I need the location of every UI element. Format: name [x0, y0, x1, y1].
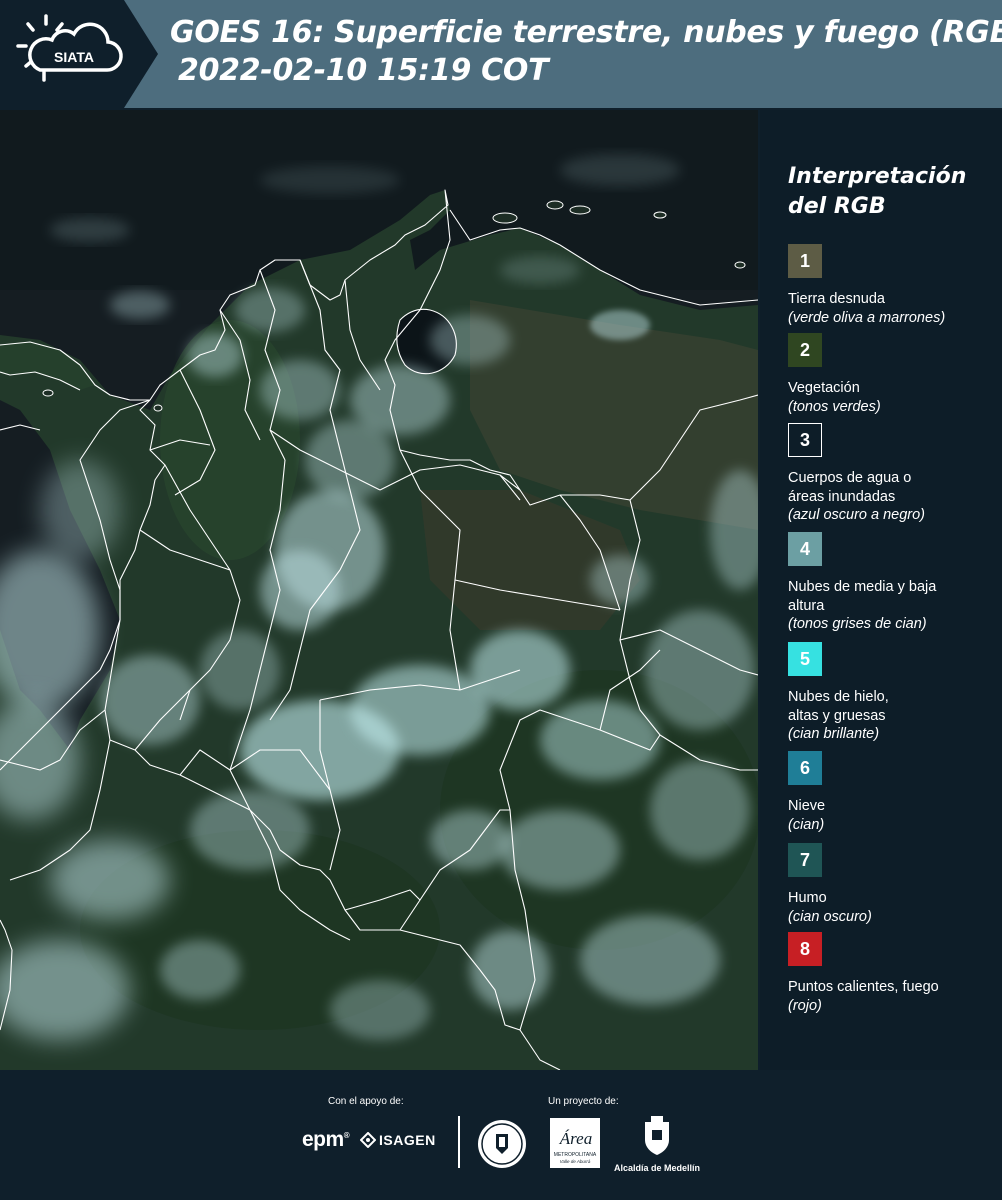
legend-panel: Interpretación del RGB 1 Tierra desnuda … — [760, 110, 1002, 1070]
legend-label: Nubes de media y baja altura — [788, 579, 937, 614]
legend-note: (tonos grises de cian) — [788, 616, 927, 632]
area-logo-text: Área — [559, 1129, 592, 1148]
legend-note: (tonos verdes) — [788, 398, 881, 415]
legend-number: 3 — [799, 429, 810, 450]
area-logo-sub2: Valle de Aburrá — [560, 1159, 591, 1164]
epm-logo-text: epm — [302, 1128, 344, 1151]
legend-label: Humo — [788, 890, 827, 906]
legend-number: 8 — [799, 938, 810, 959]
legend-item-mid-low-clouds: 4 Nubes de media y baja altura (tonos gr… — [788, 532, 1000, 634]
isagen-logo: ISAGEN — [360, 1132, 436, 1148]
legend-title-line-1: Interpretación — [788, 164, 967, 189]
project-label: Un proyecto de: — [548, 1096, 619, 1107]
title-line-1: GOES 16: Superficie terrestre, nubes y f… — [170, 15, 1002, 50]
legend-note: (rojo) — [788, 997, 822, 1014]
legend-item-water: 3 Cuerpos de agua o áreas inundadas (azu… — [788, 423, 1000, 525]
legend-item-ice-clouds: 5 Nubes de hielo, altas y gruesas (cian … — [788, 642, 1000, 744]
header: SIATA GOES 16: Superficie terrestre, nub… — [0, 0, 1002, 108]
isagen-logo-text: ISAGEN — [379, 1132, 436, 1148]
satellite-map[interactable] — [0, 110, 758, 1070]
logo-text: SIATA — [54, 49, 94, 65]
legend-note: (azul oscuro a negro) — [788, 507, 926, 523]
legend-title: Interpretación del RGB — [788, 162, 988, 222]
alcaldia-text: Alcaldía de Medellín — [613, 1163, 701, 1173]
legend-note: (cian brillante) — [788, 726, 880, 742]
area-logo-sub1: METROPOLITANA — [554, 1152, 597, 1158]
legend-number: 7 — [799, 849, 810, 870]
title-line-2: 2022-02-10 15:19 COT — [178, 53, 549, 88]
legend-label: Nubes de hielo, altas y gruesas — [788, 689, 889, 724]
legend-note: (cian oscuro) — [788, 908, 872, 925]
footer: Con el apoyo de: Un proyecto de: epm® IS… — [0, 1070, 1002, 1200]
legend-label: Vegetación — [788, 380, 860, 396]
legend-number: 5 — [799, 648, 810, 669]
legend-swatch: 1 — [788, 244, 822, 278]
siata-logo: SIATA — [0, 0, 158, 108]
legend-title-line-2: del RGB — [788, 194, 886, 219]
area-metropolitana-logo: Área METROPOLITANA Valle de Aburrá — [550, 1118, 600, 1168]
legend-number: 2 — [799, 339, 810, 360]
footer-divider — [458, 1116, 460, 1168]
legend-label: Tierra desnuda — [788, 291, 885, 307]
legend-swatch: 3 — [788, 423, 822, 457]
legend-item-vegetation: 2 Vegetación (tonos verdes) — [788, 333, 1000, 416]
legend-label: Puntos calientes, fuego — [788, 979, 939, 995]
legend-swatch: 4 — [788, 532, 822, 566]
legend-swatch: 6 — [788, 751, 822, 785]
legend-label: Cuerpos de agua o áreas inundadas — [788, 470, 912, 505]
legend-number: 6 — [799, 757, 810, 778]
legend-item-fire: 8 Puntos calientes, fuego (rojo) — [788, 932, 1000, 1015]
support-label: Con el apoyo de: — [328, 1096, 404, 1107]
legend-label: Nieve — [788, 798, 826, 814]
isagen-icon — [360, 1132, 376, 1148]
legend-number: 4 — [799, 538, 810, 559]
legend-swatch: 8 — [788, 932, 822, 966]
legend-item-smoke: 7 Humo (cian oscuro) — [788, 843, 1000, 926]
legend-item-snow: 6 Nieve (cian) — [788, 751, 1000, 834]
epm-logo: epm® — [302, 1128, 350, 1151]
legend-item-bare-land: 1 Tierra desnuda (verde oliva a marrones… — [788, 244, 1000, 327]
university-seal-icon — [478, 1120, 526, 1168]
alcaldia-logo: Alcaldía de Medellín — [612, 1116, 702, 1173]
legend-note: (cian) — [788, 816, 825, 833]
legend-swatch: 5 — [788, 642, 822, 676]
legend-number: 1 — [799, 250, 810, 271]
legend-swatch: 7 — [788, 843, 822, 877]
legend-note: (verde oliva a marrones) — [788, 309, 946, 326]
page-title: GOES 16: Superficie terrestre, nubes y f… — [170, 14, 1002, 90]
coat-of-arms-icon — [645, 1116, 669, 1155]
legend-swatch: 2 — [788, 333, 822, 367]
